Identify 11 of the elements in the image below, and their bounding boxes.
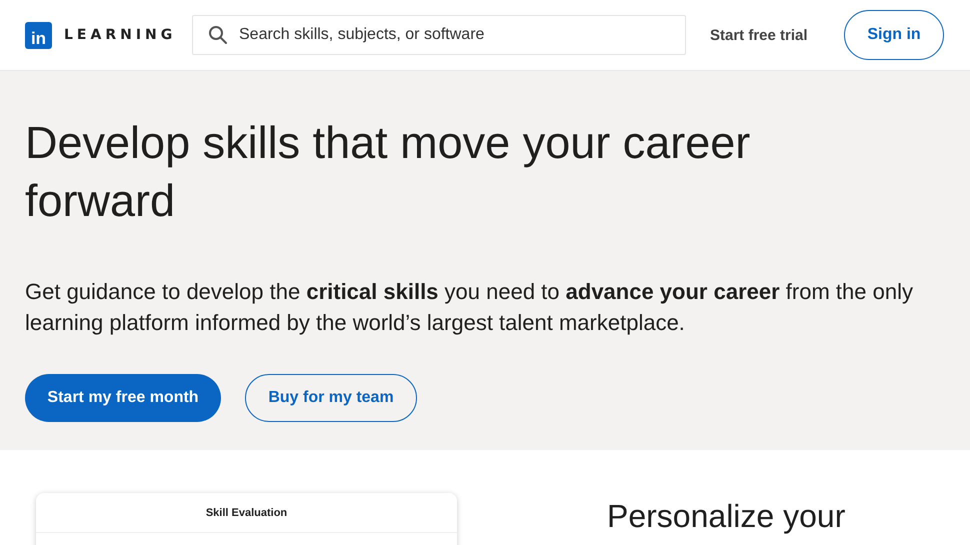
hero-heading: Develop skills that move your career forward [25,116,752,228]
start-free-month-button[interactable]: Start my free month [25,374,221,422]
buy-for-team-button[interactable]: Buy for my team [245,374,417,422]
sign-in-button[interactable]: Sign in [844,10,944,60]
search-field[interactable]: Search skills, subjects, or software [192,15,686,55]
start-trial-link[interactable]: Start free trial [710,26,808,44]
section-heading: Personalize your [607,498,846,536]
hero-description: Get guidance to develop the critical skills you need to advance your career from the only learning platform informed by the world’s largest talent marketplace. [25,278,914,337]
card-title: Skill Evaluation [36,493,457,533]
logo-text: LEARNING [64,27,176,43]
logo-mark[interactable]: in [25,22,52,48]
